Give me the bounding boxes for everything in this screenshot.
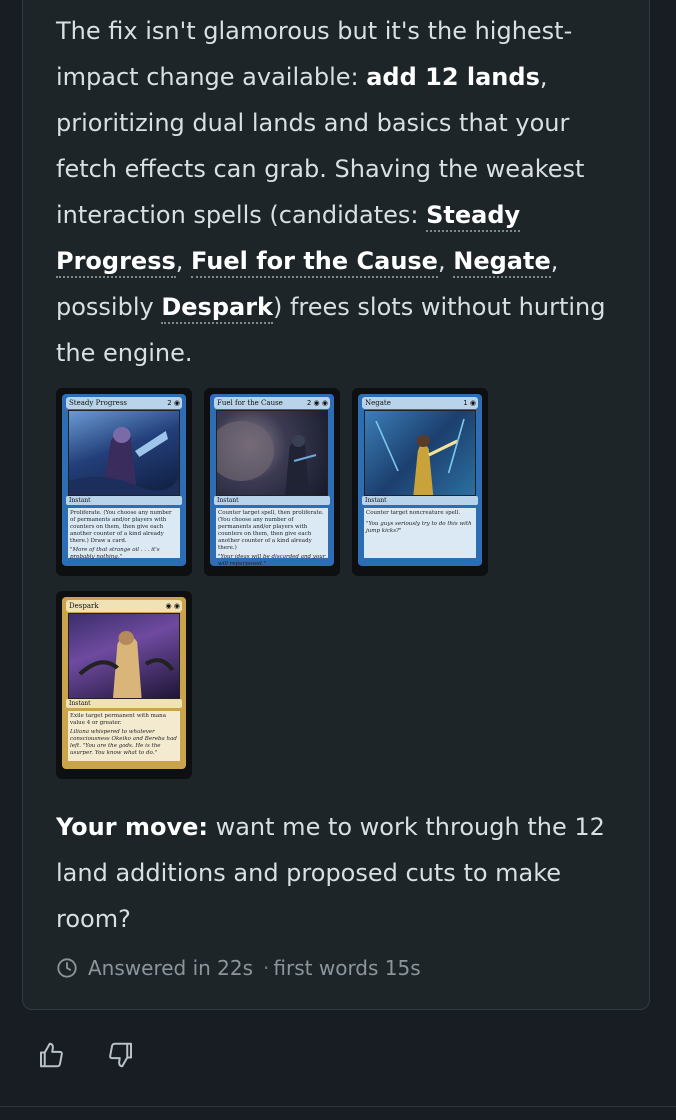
meta-separator: · <box>263 956 270 980</box>
card-name: Steady Progress <box>66 397 182 409</box>
card-frame: Despark ◉ ◉ Instant Exile target permane… <box>62 597 186 769</box>
card-rules-text: Exile target permanent with mana value 4… <box>68 711 180 761</box>
card-art-illustration <box>78 631 175 698</box>
card-rules: Counter target spell, then proliferate. … <box>218 510 324 551</box>
text-span: , <box>437 247 454 275</box>
card-art-illustration <box>69 427 179 495</box>
card-cost: 2 ◉ <box>167 399 180 407</box>
card-image-negate[interactable]: Negate 1 ◉ Instant Counter target noncre… <box>352 388 488 576</box>
feedback-actions <box>36 1040 136 1070</box>
card-cost: 1 ◉ <box>463 399 476 407</box>
assistant-message: The fix isn't glamorous but it's the hig… <box>56 8 626 376</box>
clock-icon <box>57 958 77 978</box>
card-art <box>364 410 476 496</box>
card-image-despark[interactable]: Despark ◉ ◉ Instant Exile target permane… <box>56 591 192 779</box>
card-art <box>210 410 328 496</box>
card-type: Instant <box>66 699 182 708</box>
card-rules-text: Counter target spell, then proliferate. … <box>216 508 328 566</box>
card-flavor: Liliana whispered to whatever consciousn… <box>70 729 177 756</box>
card-rules-text: Proliferate. (You choose any number of p… <box>68 508 180 560</box>
card-type: Instant <box>214 496 330 505</box>
card-cost: ◉ ◉ <box>165 602 180 610</box>
card-flavor: "You guys seriously try to do this with … <box>366 521 472 534</box>
card-flavor: "Your ideas will be discarded and your w… <box>218 554 326 566</box>
card-frame: Fuel for the Cause 2 ◉ ◉ Instant Counter… <box>210 394 334 566</box>
card-cost: 2 ◉ ◉ <box>306 399 328 407</box>
thumbs-up-icon[interactable] <box>36 1040 66 1070</box>
card-image-fuel-for-the-cause[interactable]: Fuel for the Cause 2 ◉ ◉ Instant Counter… <box>204 388 340 576</box>
thumbs-down-icon[interactable] <box>106 1040 136 1070</box>
card-frame: Negate 1 ◉ Instant Counter target noncre… <box>358 394 482 566</box>
card-rules: Counter target noncreature spell. <box>366 510 461 516</box>
card-frame: Steady Progress 2 ◉ Instant Proliferate.… <box>62 394 186 566</box>
assistant-message-followup: Your move: want me to work through the 1… <box>56 804 626 942</box>
card-flavor: "More of that strange oil . . . it's pro… <box>70 547 160 560</box>
card-link-fuel-for-the-cause[interactable]: Fuel for the Cause <box>191 247 438 278</box>
first-words-time: first words 15s <box>273 956 421 980</box>
text-span: , <box>175 247 192 275</box>
card-art <box>68 613 180 699</box>
card-image-steady-progress[interactable]: Steady Progress 2 ◉ Instant Proliferate.… <box>56 388 192 576</box>
bold-add-lands: add 12 lands <box>366 63 540 91</box>
card-type: Instant <box>66 496 182 505</box>
card-link-negate[interactable]: Negate <box>453 247 551 278</box>
your-move-label: Your move: <box>56 813 208 841</box>
response-meta: Answered in 22s · first words 15s <box>56 956 421 980</box>
divider <box>0 1106 676 1107</box>
card-art-illustration <box>375 418 465 495</box>
card-art-illustration <box>210 421 317 495</box>
paragraph-1: The fix isn't glamorous but it's the hig… <box>56 8 626 376</box>
paragraph-2: Your move: want me to work through the 1… <box>56 804 626 942</box>
answered-time: Answered in 22s <box>88 956 254 980</box>
card-rules-text: Counter target noncreature spell. "You g… <box>364 508 476 558</box>
card-name: Negate <box>362 397 478 409</box>
card-rules: Proliferate. (You choose any number of p… <box>70 510 172 544</box>
card-art <box>68 410 180 496</box>
card-link-despark[interactable]: Despark <box>161 293 273 324</box>
card-type: Instant <box>362 496 478 505</box>
card-rules: Exile target permanent with mana value 4… <box>70 713 166 726</box>
